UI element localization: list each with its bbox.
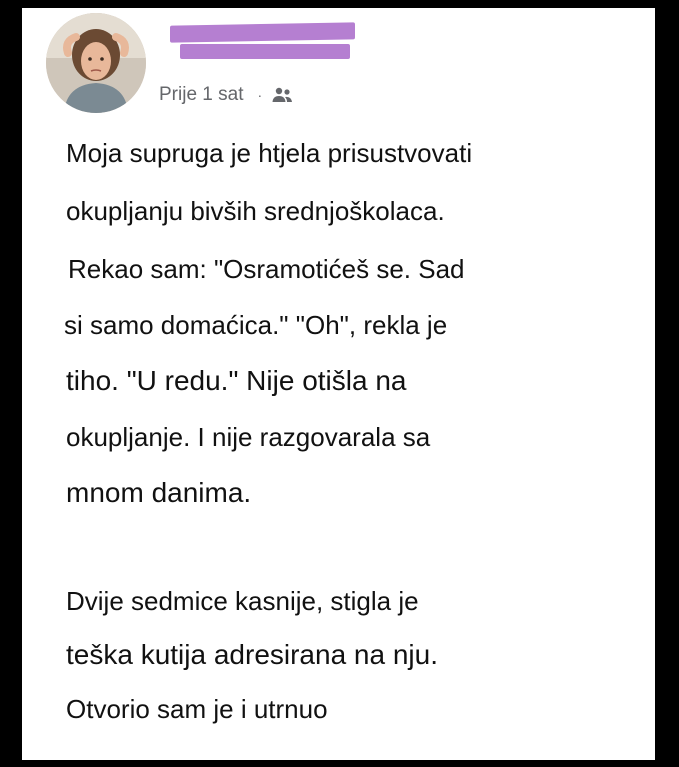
post-body: Moja supruga je htjela prisustvovati oku…	[64, 138, 646, 724]
post-text-line: si samo domaćica." "Oh", rekla je	[64, 310, 448, 340]
author-name-redacted	[170, 22, 360, 64]
post-text-line: mnom danima.	[66, 477, 252, 508]
post-text-line: Dvije sedmice kasnije, stigla je	[66, 586, 419, 616]
post-text-line: Otvorio sam je i utrnuo	[66, 694, 328, 724]
friends-icon[interactable]	[270, 85, 294, 105]
avatar[interactable]	[46, 13, 146, 113]
post-text-line: Moja supruga je htjela prisustvovati	[66, 138, 473, 168]
meta-separator: ·	[257, 87, 263, 103]
post-text-line: Rekao sam: "Osramotićeš se. Sad	[68, 254, 465, 284]
post-text-line: okupljanju bivših srednjoškolaca.	[66, 196, 445, 226]
post-card: Prije 1 sat · Moja supruga je htjela pri…	[22, 8, 655, 760]
redaction-bar	[170, 22, 355, 43]
avatar-image	[46, 13, 146, 113]
post-text-line: tiho. "U redu." Nije otišla na	[66, 365, 407, 396]
post-timestamp[interactable]: Prije 1 sat	[159, 84, 243, 106]
post-text-line: teška kutija adresirana na nju.	[66, 639, 438, 670]
redaction-bar	[180, 44, 350, 59]
post-meta: Prije 1 sat ·	[159, 84, 294, 106]
post-text-line: okupljanje. I nije razgovarala sa	[66, 422, 431, 452]
